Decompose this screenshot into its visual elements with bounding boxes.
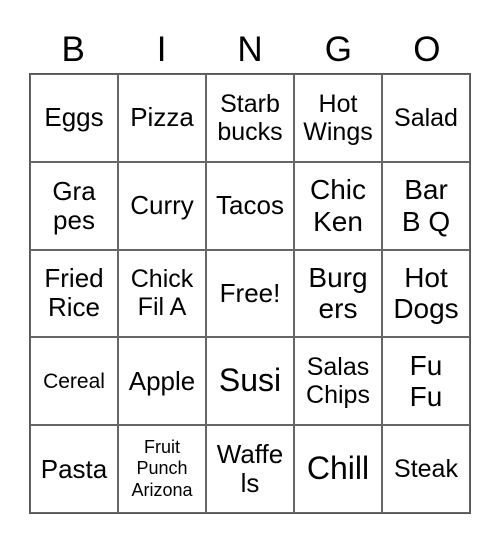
bingo-cell[interactable]: Hot Dogs [382,249,470,338]
bingo-grid: Eggs Pizza Starb bucks Hot Wings Salad Gra… [29,73,471,514]
bingo-cell[interactable]: Salad [382,74,470,162]
header-letter-n: N [237,30,263,69]
bingo-cell[interactable]: Pizza [118,74,206,162]
bingo-cell[interactable]: Chick Fil A [118,249,206,338]
bingo-cell[interactable]: Bar B Q [382,161,470,250]
bingo-cell[interactable]: Salas Chips [294,337,382,426]
bingo-cell[interactable]: Fu Fu [382,337,470,426]
bingo-cell[interactable]: Chill [294,425,382,513]
bingo-cell[interactable]: Cereal [30,337,118,426]
bingo-cell[interactable]: Fried Rice [30,249,118,338]
free-space-cell[interactable]: Free! [206,249,294,338]
bingo-cell[interactable]: Pasta [30,425,118,513]
bingo-cell[interactable]: Steak [382,425,470,513]
bingo-cell[interactable]: Waffe ls [206,425,294,513]
bingo-cell[interactable]: Gra pes [30,161,118,250]
bingo-cell[interactable]: Fruit Punch Arizona [118,425,206,513]
bingo-cell[interactable]: Curry [118,161,206,250]
bingo-cell[interactable]: Apple [118,337,206,426]
bingo-cell[interactable]: Hot Wings [294,74,382,162]
header-letter-o: O [413,30,441,69]
bingo-cell[interactable]: Chic Ken [294,161,382,250]
bingo-cell[interactable]: Tacos [206,161,294,250]
bingo-cell[interactable]: Starb bucks [206,74,294,162]
header-letter-g: G [324,30,353,69]
header-letter-b: B [61,30,85,69]
bingo-cell[interactable]: Susi [206,337,294,426]
bingo-header: B I N G O [29,28,471,72]
header-letter-i: I [156,30,167,69]
bingo-cell[interactable]: Burg ers [294,249,382,338]
bingo-cell[interactable]: Eggs [30,74,118,162]
